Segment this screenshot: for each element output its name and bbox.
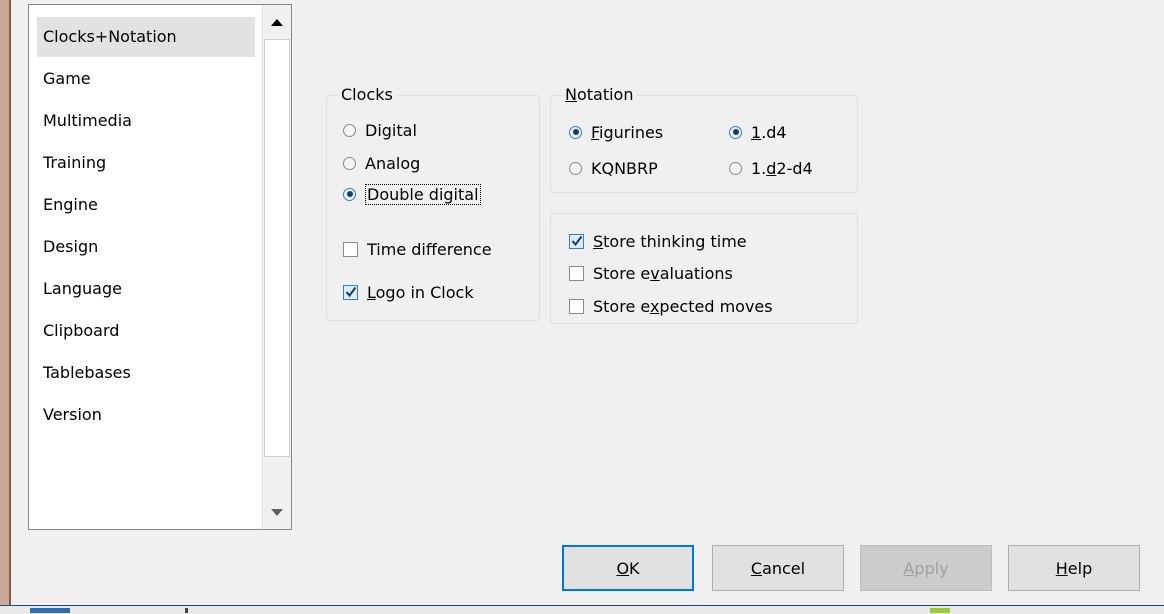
radio-label: Digital: [365, 120, 417, 140]
window-left-border: [9, 0, 11, 613]
store-thinking-time-checkbox[interactable]: Store thinking time: [569, 229, 747, 253]
category-scrollbar[interactable]: [262, 5, 291, 529]
radio-label: Analog: [365, 153, 421, 173]
radio-indicator-selected: [569, 125, 582, 139]
radio-label: Figurines: [591, 122, 664, 142]
cancel-button[interactable]: Cancel: [712, 545, 844, 591]
notation-group-title: Notation: [561, 85, 638, 105]
radio-indicator-selected: [729, 125, 742, 139]
radio-indicator: [343, 123, 356, 137]
clocks-group-title: Clocks: [337, 85, 397, 105]
checkbox-label: Store expected moves: [593, 296, 773, 316]
category-item-multimedia[interactable]: Multimedia: [37, 101, 255, 141]
short-notation-radio[interactable]: 1.d4: [729, 120, 787, 144]
radio-label: KQNBRP: [591, 158, 658, 178]
long-notation-radio[interactable]: 1.d2-d4: [729, 156, 813, 180]
checkbox-label: Logo in Clock: [367, 282, 474, 302]
scroll-up-button[interactable]: [263, 5, 291, 39]
scroll-down-button[interactable]: [263, 495, 291, 529]
arrow-up-icon: [271, 19, 283, 26]
taskbar-mark: [185, 608, 188, 613]
time-difference-checkbox[interactable]: Time difference: [343, 237, 492, 261]
radio-indicator: [729, 161, 742, 175]
checkbox-indicator: [569, 298, 584, 314]
checkbox-indicator: [343, 241, 358, 257]
checkmark-icon: [571, 235, 583, 246]
store-evaluations-checkbox[interactable]: Store evaluations: [569, 261, 733, 285]
checkbox-label: Time difference: [367, 239, 492, 259]
checkbox-indicator-checked: [343, 284, 358, 300]
category-item-language[interactable]: Language: [37, 269, 255, 309]
radio-indicator: [343, 156, 356, 170]
store-expected-moves-checkbox[interactable]: Store expected moves: [569, 294, 773, 318]
radio-label: 1.d4: [751, 122, 787, 142]
category-item-design[interactable]: Design: [37, 227, 255, 267]
checkbox-indicator-checked: [569, 233, 584, 249]
apply-button[interactable]: Apply: [860, 545, 992, 591]
taskbar-mark: [930, 608, 950, 613]
figurines-radio[interactable]: Figurines: [569, 120, 663, 144]
category-item-clipboard[interactable]: Clipboard: [37, 311, 255, 351]
store-options-group: Store thinking time Store evaluations St…: [550, 213, 858, 324]
radio-label: Double digital: [365, 183, 481, 205]
help-button[interactable]: Help: [1008, 545, 1140, 591]
ok-button[interactable]: OK: [562, 545, 694, 591]
category-list[interactable]: Clocks+Notation Game Multimedia Training…: [29, 5, 261, 529]
checkbox-label: Store evaluations: [593, 263, 733, 283]
category-item-training[interactable]: Training: [37, 143, 255, 183]
notation-group: Notation Figurines KQNBRP 1.d4 1.d2-d4: [550, 85, 858, 193]
scroll-thumb[interactable]: [264, 39, 290, 457]
clocks-group: Clocks Digital Analog Double digital Tim…: [326, 85, 540, 321]
radio-indicator: [569, 161, 582, 175]
category-item-engine[interactable]: Engine: [37, 185, 255, 225]
radio-label: 1.d2-d4: [751, 158, 813, 178]
category-item-tablebases[interactable]: Tablebases: [37, 353, 255, 393]
checkbox-label: Store thinking time: [593, 231, 747, 251]
category-item-game[interactable]: Game: [37, 59, 255, 99]
category-item-clocks-notation[interactable]: Clocks+Notation: [37, 17, 255, 57]
taskbar-mark: [30, 608, 70, 613]
category-item-version[interactable]: Version: [37, 395, 255, 435]
kqnbrp-radio[interactable]: KQNBRP: [569, 156, 658, 180]
checkmark-icon: [345, 286, 357, 297]
checkbox-indicator: [569, 265, 584, 281]
category-list-panel: Clocks+Notation Game Multimedia Training…: [28, 4, 292, 530]
arrow-down-icon: [271, 509, 283, 516]
logo-in-clock-checkbox[interactable]: Logo in Clock: [343, 280, 474, 304]
clocks-digital-radio[interactable]: Digital: [343, 118, 417, 142]
clocks-analog-radio[interactable]: Analog: [343, 151, 420, 175]
clocks-double-digital-radio[interactable]: Double digital: [343, 182, 481, 206]
radio-indicator-selected: [343, 187, 356, 201]
